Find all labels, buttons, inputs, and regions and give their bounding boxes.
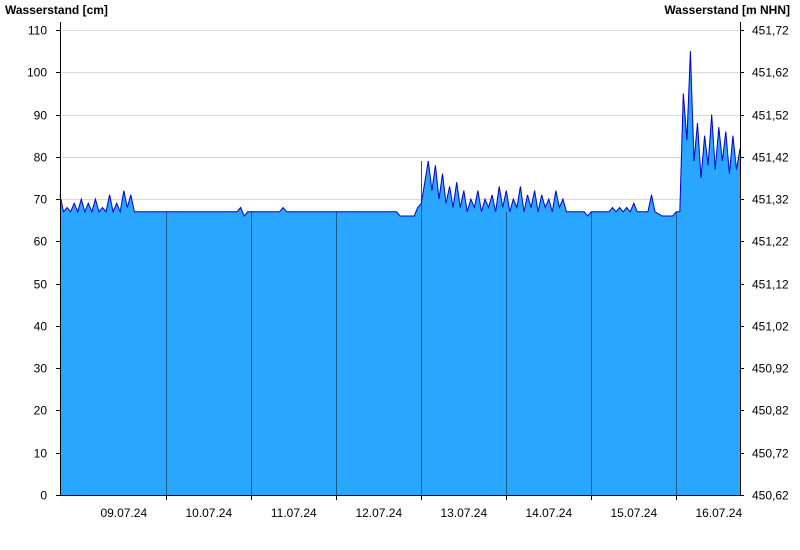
- right-tick-label: 450,82: [752, 404, 789, 418]
- left-tick-label: 20: [34, 404, 48, 418]
- left-tick-label: 40: [34, 320, 48, 334]
- right-tick-label: 451,12: [752, 278, 789, 292]
- left-tick-label: 110: [28, 24, 47, 38]
- water-level-chart: 0102030405060708090100110 450,62450,7245…: [5, 3, 790, 520]
- left-tick-label: 0: [40, 489, 47, 503]
- x-tick-label: 11.07.24: [271, 506, 317, 520]
- x-tick-label: 14.07.24: [525, 506, 572, 520]
- left-axis-title: Wasserstand [cm]: [5, 3, 108, 17]
- water-level-area: [60, 51, 740, 495]
- water-level-line: [59, 51, 741, 217]
- x-tick-label: 10.07.24: [185, 506, 232, 520]
- left-tick-label: 10: [34, 447, 48, 461]
- left-y-tick-labels: 0 10 20 30 40 50 60 70 80 90 100 110: [27, 24, 60, 503]
- x-tick-label: 13.07.24: [440, 506, 487, 520]
- right-tick-label: 450,62: [752, 489, 789, 503]
- left-tick-label: 50: [34, 278, 48, 292]
- right-tick-label: 451,42: [752, 151, 789, 165]
- x-tick-label: 12.07.24: [355, 506, 402, 520]
- x-tick-label: 16.07.24: [695, 506, 742, 520]
- left-tick-label: 30: [34, 362, 48, 376]
- left-tick-label: 100: [27, 66, 47, 80]
- right-y-tick-labels: 450,62 450,72 450,82 450,92 451,02 451,12 451,…: [740, 24, 789, 503]
- right-tick-label: 451,72: [752, 24, 789, 38]
- right-tick-label: 450,92: [752, 362, 789, 376]
- right-tick-label: 450,72: [752, 447, 789, 461]
- left-tick-label: 60: [34, 235, 48, 249]
- right-tick-label: 451,32: [752, 193, 789, 207]
- right-tick-label: 451,62: [752, 66, 789, 80]
- right-tick-label: 451,22: [752, 235, 789, 249]
- right-tick-label: 451,02: [752, 320, 789, 334]
- left-tick-label: 80: [34, 151, 48, 165]
- right-tick-label: 451,52: [752, 109, 789, 123]
- left-tick-label: 90: [34, 109, 48, 123]
- x-tick-label: 09.07.24: [100, 506, 147, 520]
- x-tick-label: 15.07.24: [610, 506, 657, 520]
- left-tick-label: 70: [34, 193, 48, 207]
- x-tick-labels: 09.07.24 10.07.24 11.07.24 12.07.24 13.07.24…: [100, 495, 742, 520]
- right-axis-title: Wasserstand [m NHN]: [664, 3, 790, 17]
